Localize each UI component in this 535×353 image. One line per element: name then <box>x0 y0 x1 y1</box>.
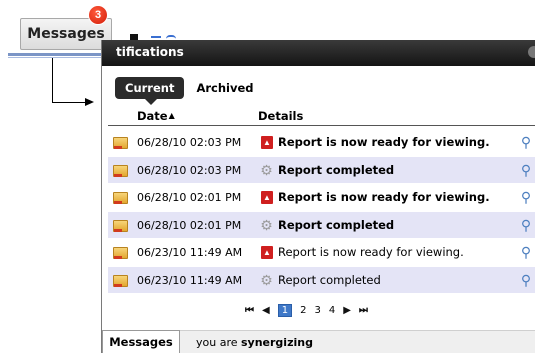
close-icon[interactable] <box>528 46 535 58</box>
table-row[interactable]: 06/23/10 11:49 AM ▲ Report is now ready … <box>108 239 535 267</box>
folder-icon <box>113 274 128 287</box>
view-report-icon[interactable]: ⚲ <box>518 189 534 205</box>
last-page-icon[interactable]: ⏭ <box>359 305 368 316</box>
folder-icon <box>113 192 128 204</box>
notifications-panel: tifications Current Archived Date▲ Detai… <box>101 40 535 353</box>
table-row[interactable]: 06/23/10 11:49 AM ⚙ Report completed ⚲ <box>108 266 535 294</box>
panel-footer: Messages you are synergizing <box>102 330 535 353</box>
notification-tabs: Current Archived <box>115 77 254 105</box>
row-date: 06/28/10 02:03 PM <box>137 136 242 149</box>
row-details: Report is now ready for viewing. <box>278 190 490 204</box>
row-details: Report completed <box>278 217 395 232</box>
gear-icon: ⚙ <box>260 216 273 233</box>
row-date: 06/23/10 11:49 AM <box>137 273 243 287</box>
gear-icon: ⚙ <box>260 271 273 288</box>
pdf-report-icon: ▲ <box>261 136 273 149</box>
status-value: synergizing <box>241 336 313 349</box>
table-row[interactable]: 06/28/10 02:03 PM ⚙ Report completed ⚲ <box>108 156 535 184</box>
pdf-report-icon: ▲ <box>261 191 273 204</box>
details-column-header[interactable]: Details <box>258 109 303 123</box>
table-header: Date▲ Details <box>108 108 535 126</box>
folder-icon <box>113 219 128 232</box>
folder-icon <box>113 164 128 177</box>
row-date: 06/23/10 11:49 AM <box>137 246 243 259</box>
background-fragment <box>151 36 161 39</box>
connector-arrow-head <box>85 98 94 106</box>
row-date: 06/28/10 02:03 PM <box>137 163 242 177</box>
pagination: ⏮ ◀ 1 2 3 4 ▶ ⏭ <box>245 302 376 318</box>
page-link-current[interactable]: 1 <box>277 303 293 317</box>
table-row[interactable]: 06/28/10 02:01 PM ⚙ Report completed ⚲ <box>108 211 535 239</box>
date-column-label: Date <box>137 109 168 123</box>
page-link[interactable]: 3 <box>314 305 320 316</box>
row-details: Report is now ready for viewing. <box>278 135 490 149</box>
gear-icon: ⚙ <box>260 161 273 178</box>
view-report-icon[interactable]: ⚲ <box>518 134 534 150</box>
folder-icon <box>113 247 128 259</box>
view-report-icon[interactable]: ⚲ <box>518 217 534 233</box>
pdf-report-icon: ▲ <box>261 246 273 259</box>
row-details: Report completed <box>278 162 395 177</box>
footer-messages-tab[interactable]: Messages <box>102 330 180 353</box>
status-prefix: you are <box>196 336 238 349</box>
page-link[interactable]: 4 <box>329 305 335 316</box>
table-row[interactable]: 06/28/10 02:03 PM ▲ Report is now ready … <box>108 129 535 157</box>
view-report-icon[interactable]: ⚲ <box>518 272 534 288</box>
tab-archived[interactable]: Archived <box>196 81 253 95</box>
row-details: Report completed <box>278 272 381 287</box>
tab-current[interactable]: Current <box>115 77 185 105</box>
row-date: 06/28/10 02:01 PM <box>137 191 242 204</box>
unread-count-badge: 3 <box>88 5 108 25</box>
row-details: Report is now ready for viewing. <box>278 245 464 259</box>
folder-icon <box>113 137 128 149</box>
messages-tab-label: Messages <box>27 26 105 42</box>
row-date: 06/28/10 02:01 PM <box>137 218 242 232</box>
previous-page-icon[interactable]: ◀ <box>262 305 270 316</box>
view-report-icon[interactable]: ⚲ <box>518 244 534 260</box>
connector-line <box>52 58 53 103</box>
page-link[interactable]: 2 <box>300 305 306 316</box>
first-page-icon[interactable]: ⏮ <box>245 305 254 316</box>
table-row[interactable]: 06/28/10 02:01 PM ▲ Report is now ready … <box>108 184 535 212</box>
panel-titlebar: tifications <box>102 40 535 66</box>
next-page-icon[interactable]: ▶ <box>343 305 351 316</box>
notifications-table: 06/28/10 02:03 PM ▲ Report is now ready … <box>108 129 535 294</box>
date-column-header[interactable]: Date▲ <box>137 109 175 123</box>
sort-ascending-icon: ▲ <box>168 111 175 120</box>
status-text: you are synergizing <box>196 336 313 349</box>
connector-line <box>52 102 86 103</box>
panel-title: tifications <box>116 45 184 59</box>
view-report-icon[interactable]: ⚲ <box>518 162 534 178</box>
